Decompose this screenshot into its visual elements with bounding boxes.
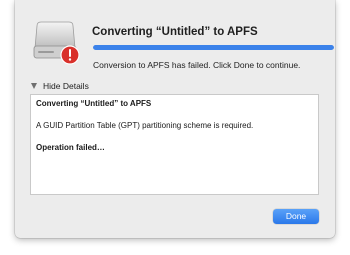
details-log[interactable]: Converting “Untitled” to APFS A GUID Par…	[30, 94, 319, 195]
conversion-dialog: Converting “Untitled” to APFS Conversion…	[15, 0, 335, 238]
progress-bar-fill	[93, 45, 334, 50]
progress-bar	[93, 45, 334, 50]
hide-details-toggle[interactable]: Hide Details	[31, 81, 89, 91]
error-badge-icon	[60, 45, 80, 65]
log-result: Operation failed…	[36, 143, 105, 152]
done-button[interactable]: Done	[273, 209, 319, 224]
log-heading: Converting “Untitled” to APFS	[36, 99, 152, 108]
hide-details-label[interactable]: Hide Details	[43, 81, 89, 91]
status-message: Conversion to APFS has failed. Click Don…	[93, 60, 301, 70]
disclosure-triangle-icon[interactable]	[31, 83, 37, 89]
hard-disk-icon	[33, 21, 80, 65]
log-message: A GUID Partition Table (GPT) partitionin…	[36, 121, 254, 130]
dialog-title: Converting “Untitled” to APFS	[92, 26, 258, 38]
